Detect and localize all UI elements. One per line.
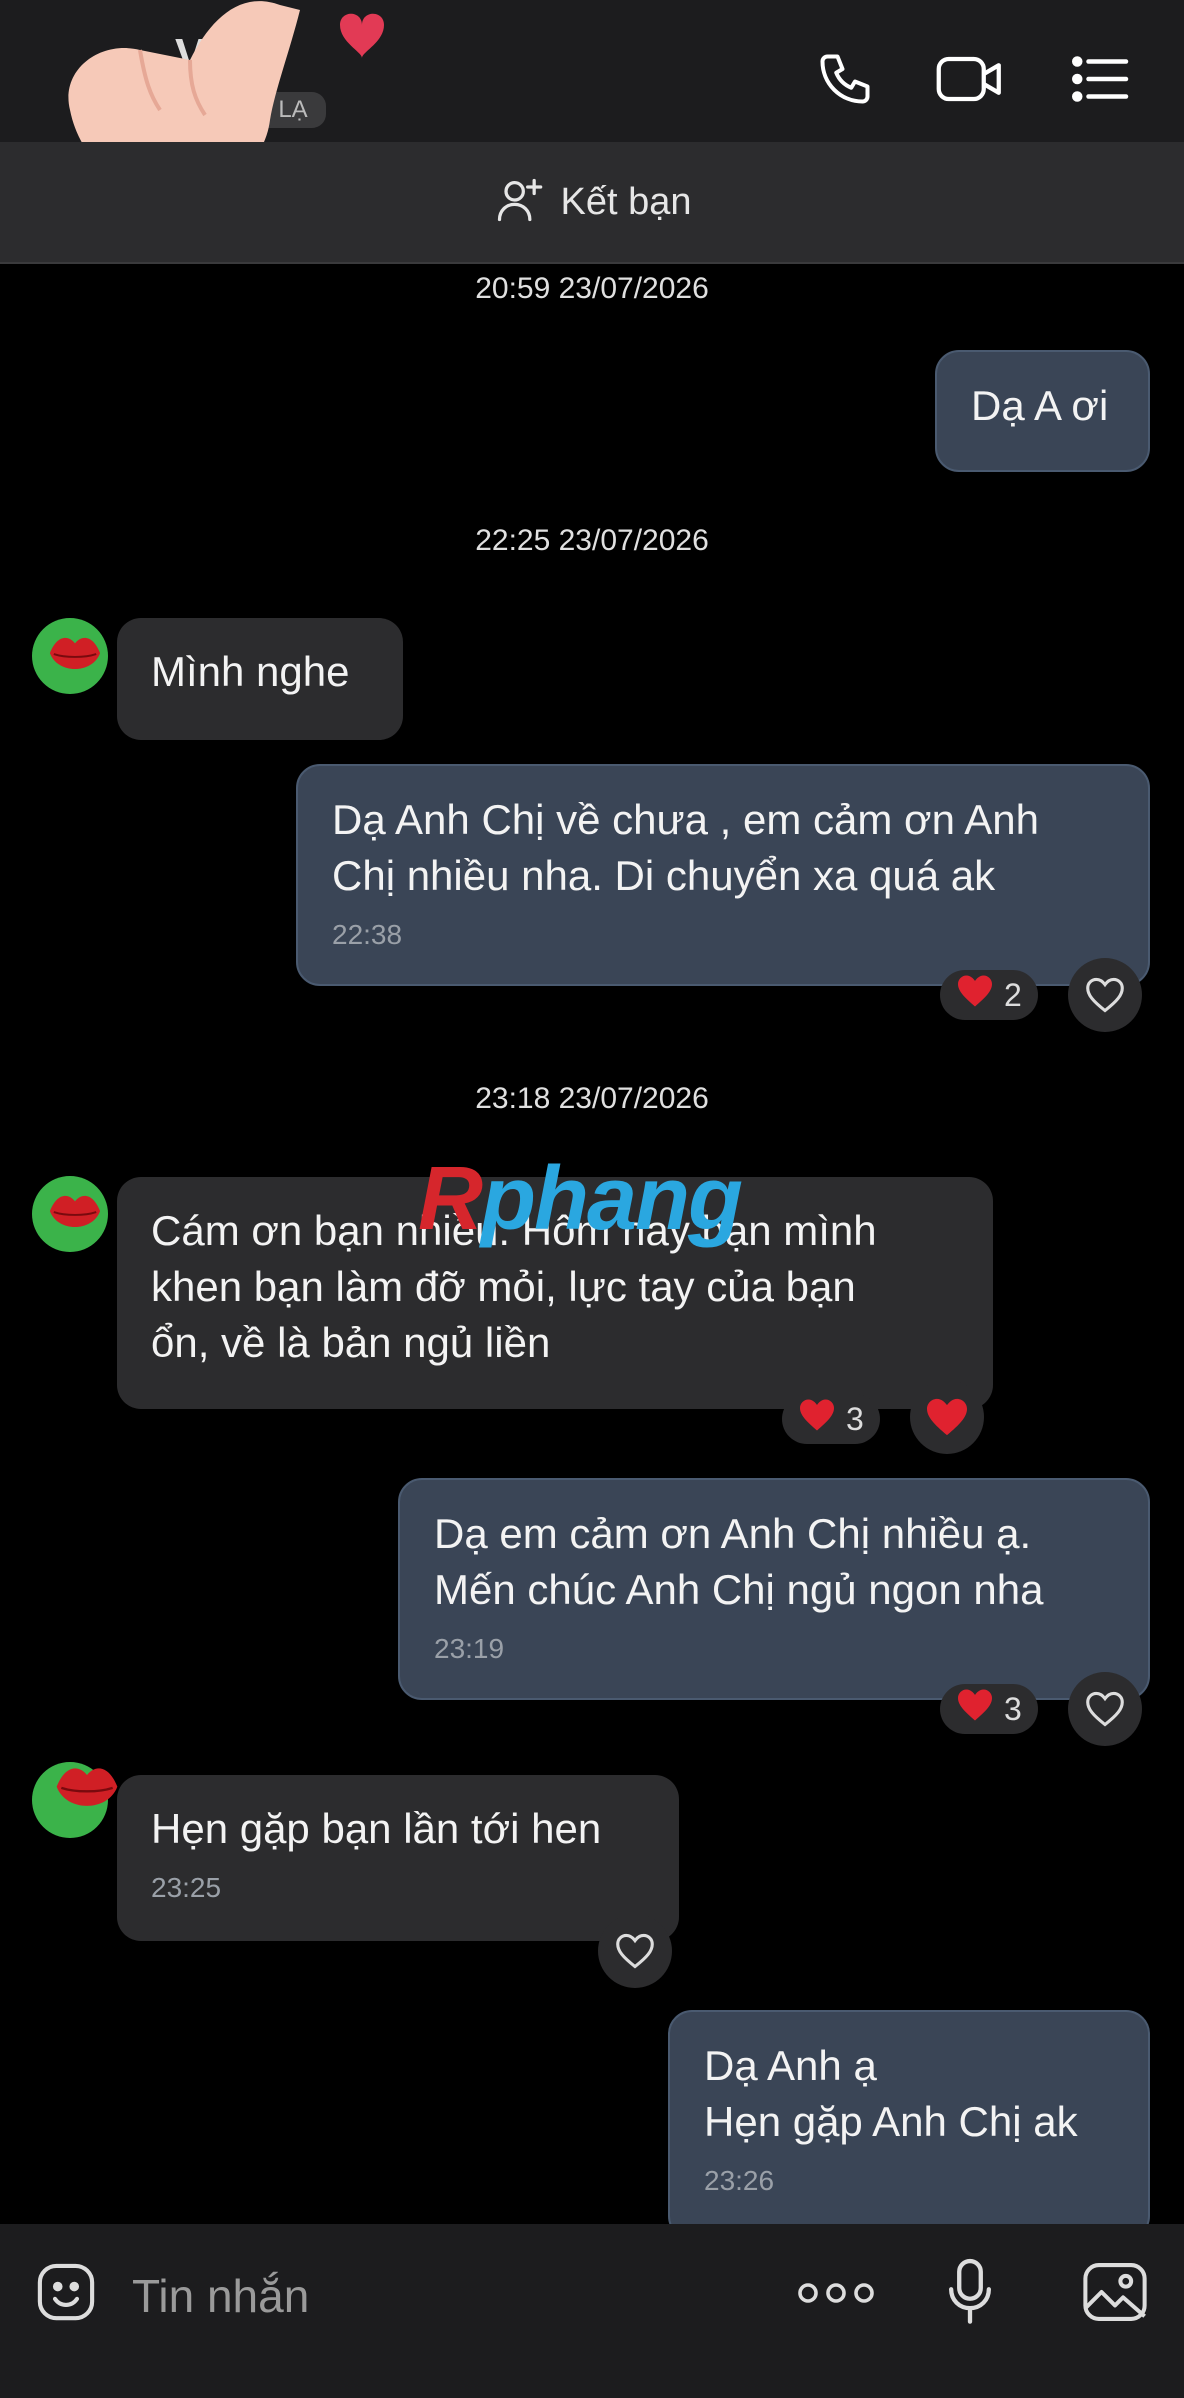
avatar[interactable] <box>32 1762 118 1838</box>
message-time: 22:38 <box>332 919 403 950</box>
reaction-count: 3 <box>1004 1690 1022 1727</box>
date-separator: 22:25 23/07/2026 <box>475 524 709 557</box>
message-input[interactable] <box>130 2260 754 2332</box>
watermark-logo: Rphang <box>418 1149 743 1249</box>
incoming-message[interactable]: Mình nghe <box>117 618 403 740</box>
reaction-count: 2 <box>1004 976 1022 1013</box>
message-text: Dạ Anh Chị về chưa , em cảm ơn Anh Chị n… <box>332 796 1040 899</box>
more-dots-icon[interactable] <box>792 2268 880 2318</box>
outgoing-message[interactable]: Dạ em cảm ơn Anh Chị nhiều ạ. Mến chúc A… <box>398 1478 1150 1700</box>
lips-icon <box>49 637 101 669</box>
add-friend-label: Kết bạn <box>560 180 692 223</box>
message-time: 23:25 <box>151 1872 222 1903</box>
outgoing-message[interactable]: Dạ A ơi <box>935 350 1150 472</box>
avatar[interactable] <box>32 618 108 694</box>
message-time: 23:26 <box>704 2165 775 2196</box>
reaction-count: 3 <box>846 1400 864 1437</box>
reaction-summary[interactable]: 3 <box>782 1394 880 1444</box>
lips-icon <box>56 1768 118 1806</box>
like-button[interactable] <box>598 1914 672 1988</box>
avatar[interactable] <box>32 1176 108 1252</box>
liked-heart-button[interactable] <box>910 1380 984 1454</box>
add-friend-bar[interactable]: Kết bạn <box>0 142 1184 264</box>
microphone-icon[interactable] <box>934 2252 1006 2332</box>
heart-icon <box>956 1688 994 1730</box>
message-text: Dạ em cảm ơn Anh Chị nhiều ạ. Mến chúc A… <box>434 1510 1044 1613</box>
like-button[interactable] <box>1068 958 1142 1032</box>
reaction-summary[interactable]: 2 <box>940 970 1038 1020</box>
emoji-icon[interactable] <box>30 2256 102 2328</box>
message-time: 23:19 <box>434 1633 505 1664</box>
date-separator: 20:59 23/07/2026 <box>475 272 709 305</box>
date-separator: 23:18 23/07/2026 <box>475 1082 709 1115</box>
image-icon[interactable] <box>1076 2256 1154 2328</box>
message-text: Dạ A ơi <box>971 382 1109 429</box>
lips-icon <box>49 1195 101 1227</box>
video-call-icon[interactable] <box>935 44 1005 114</box>
message-text: Mình nghe <box>151 648 350 695</box>
heart-icon <box>956 974 994 1016</box>
add-friend-icon <box>493 174 545 231</box>
heart-icon <box>798 1398 836 1440</box>
outgoing-message[interactable]: Dạ Anh ạ Hẹn gặp Anh Chị ak 23:26 <box>668 2010 1150 2240</box>
outgoing-message[interactable]: Dạ Anh Chị về chưa , em cảm ơn Anh Chị n… <box>296 764 1150 986</box>
phone-icon[interactable] <box>810 44 880 114</box>
message-text: Hẹn gặp bạn lần tới hen <box>151 1805 602 1852</box>
message-text: Dạ Anh ạ Hẹn gặp Anh Chị ak <box>704 2042 1078 2145</box>
like-button[interactable] <box>1068 1672 1142 1746</box>
menu-list-icon[interactable] <box>1066 44 1136 114</box>
reaction-summary[interactable]: 3 <box>940 1684 1038 1734</box>
incoming-message[interactable]: Hẹn gặp bạn lần tới hen 23:25 <box>117 1775 679 1941</box>
